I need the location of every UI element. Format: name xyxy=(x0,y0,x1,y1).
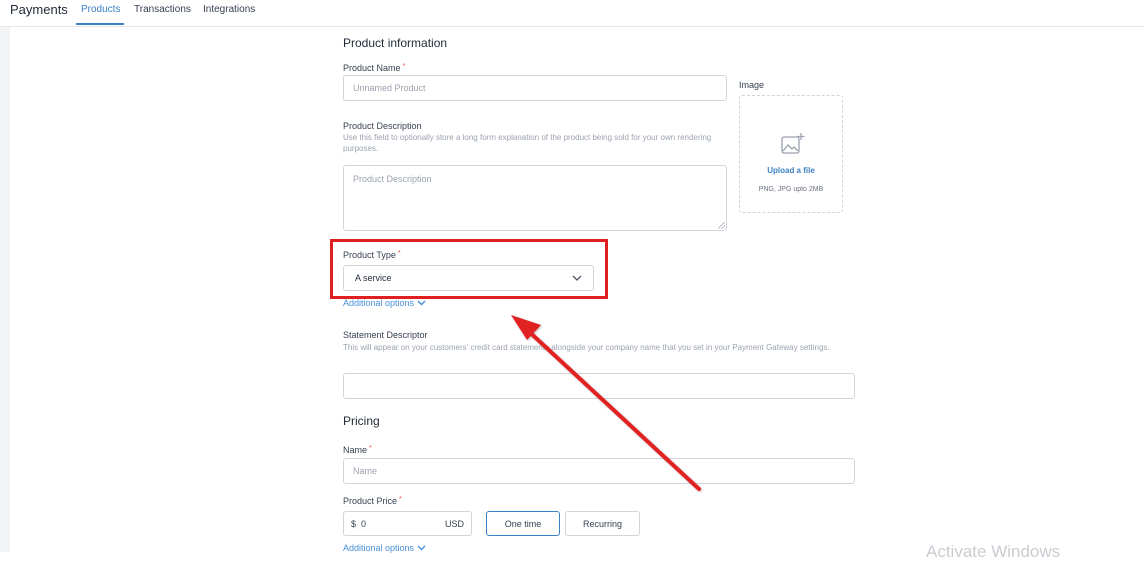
activate-windows-watermark: Activate Windows xyxy=(926,542,1061,561)
annotation-arrow xyxy=(511,315,701,491)
